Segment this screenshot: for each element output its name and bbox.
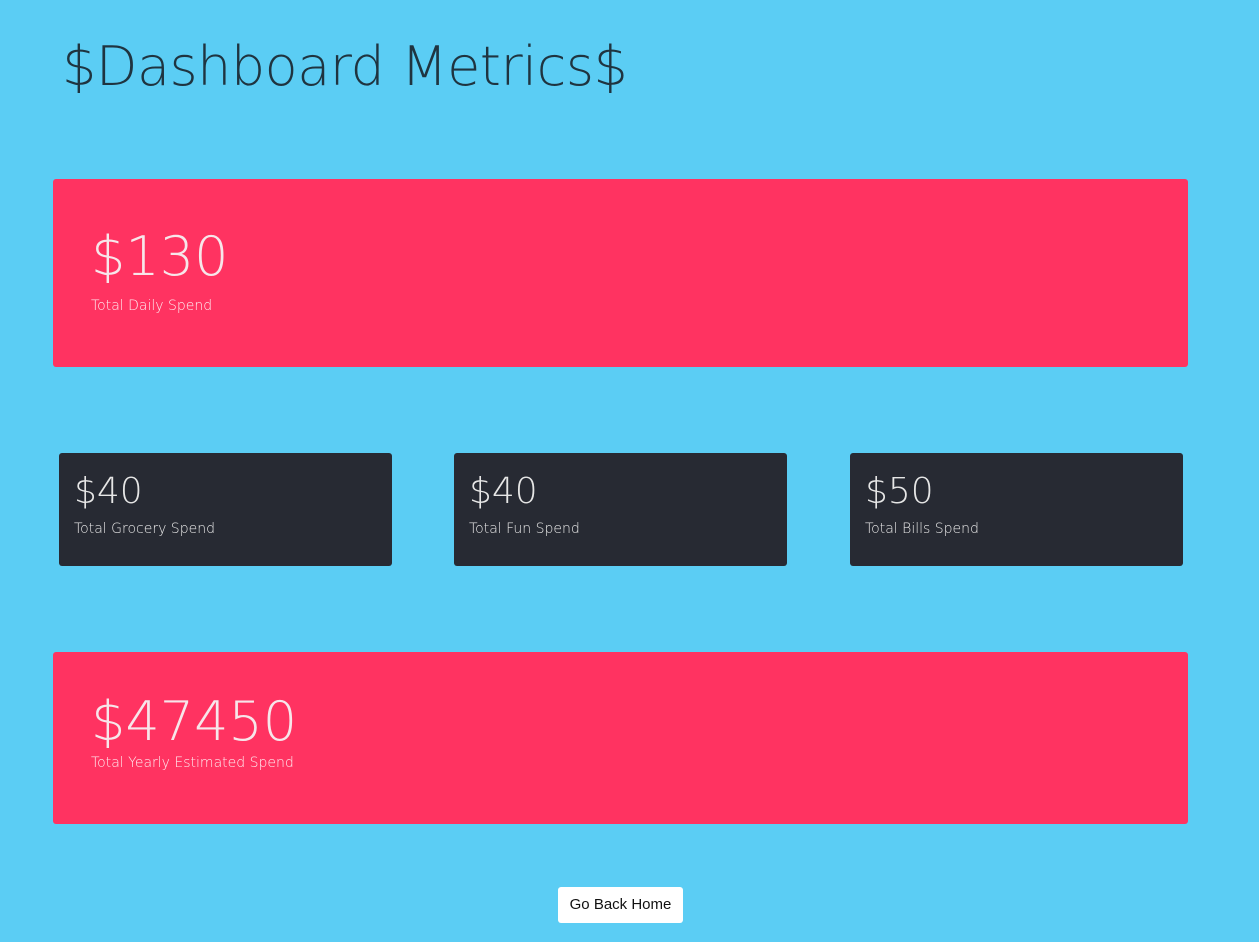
- page-title: $Dashboard Metrics$: [62, 35, 628, 98]
- bills-spend-label: Total Bills Spend: [865, 521, 979, 537]
- daily-spend-label: Total Daily Spend: [91, 298, 213, 314]
- fun-spend-value: $40: [469, 471, 538, 512]
- daily-spend-value: $130: [91, 225, 229, 288]
- grocery-spend-value: $40: [74, 471, 143, 512]
- daily-spend-card: $130 Total Daily Spend: [53, 179, 1188, 367]
- grocery-spend-label: Total Grocery Spend: [74, 521, 215, 537]
- yearly-spend-value: $47450: [91, 690, 298, 753]
- go-back-home-button[interactable]: Go Back Home: [558, 887, 683, 923]
- yearly-spend-card: $47450 Total Yearly Estimated Spend: [53, 652, 1188, 824]
- yearly-spend-label: Total Yearly Estimated Spend: [91, 755, 294, 771]
- bills-spend-value: $50: [865, 471, 934, 512]
- fun-spend-label: Total Fun Spend: [469, 521, 580, 537]
- bills-spend-card: $50 Total Bills Spend: [850, 453, 1183, 566]
- fun-spend-card: $40 Total Fun Spend: [454, 453, 787, 566]
- grocery-spend-card: $40 Total Grocery Spend: [59, 453, 392, 566]
